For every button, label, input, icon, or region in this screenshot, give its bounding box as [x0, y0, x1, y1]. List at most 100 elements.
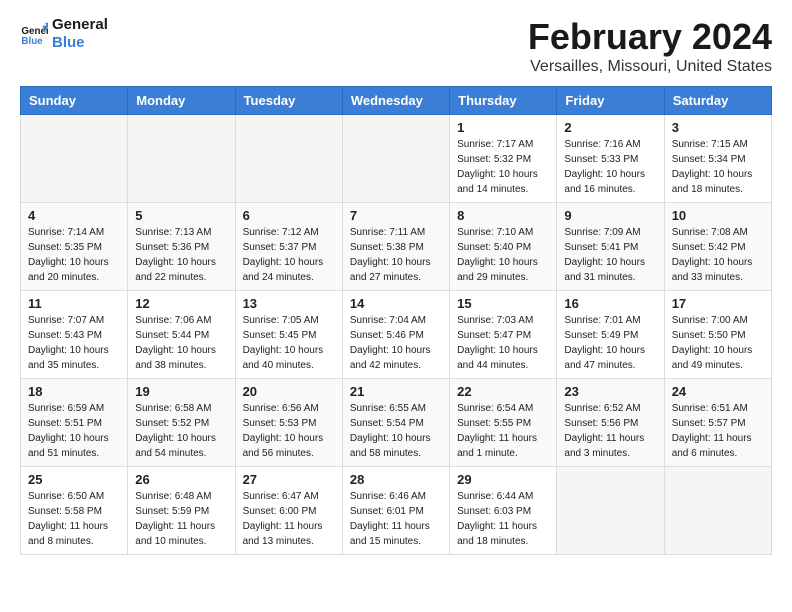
calendar-cell: [557, 467, 664, 555]
weekday-header-cell: Saturday: [664, 87, 771, 115]
day-info: Sunrise: 7:16 AM Sunset: 5:33 PM Dayligh…: [564, 137, 656, 197]
calendar-cell: 11 Sunrise: 7:07 AM Sunset: 5:43 PM Dayli…: [21, 291, 128, 379]
day-number: 8: [457, 208, 549, 223]
calendar-cell: [128, 115, 235, 203]
day-number: 10: [672, 208, 764, 223]
calendar-cell: 27 Sunrise: 6:47 AM Sunset: 6:00 PM Dayli…: [235, 467, 342, 555]
day-number: 28: [350, 472, 442, 487]
day-info: Sunrise: 6:47 AM Sunset: 6:00 PM Dayligh…: [243, 489, 335, 549]
calendar-cell: 22Sunrise: 6:54 AM Sunset: 5:55 PM Dayli…: [450, 379, 557, 467]
calendar-cell: 28 Sunrise: 6:46 AM Sunset: 6:01 PM Dayli…: [342, 467, 449, 555]
calendar-cell: 14 Sunrise: 7:04 AM Sunset: 5:46 PM Dayli…: [342, 291, 449, 379]
day-info: Sunrise: 7:12 AM Sunset: 5:37 PM Dayligh…: [243, 225, 335, 285]
day-info: Sunrise: 6:46 AM Sunset: 6:01 PM Dayligh…: [350, 489, 442, 549]
svg-text:Blue: Blue: [21, 36, 43, 47]
logo: General Blue General Blue: [20, 16, 108, 52]
day-number: 5: [135, 208, 227, 223]
calendar-cell: 7 Sunrise: 7:11 AM Sunset: 5:38 PM Daylig…: [342, 203, 449, 291]
calendar-cell: [664, 467, 771, 555]
day-info: Sunrise: 6:59 AM Sunset: 5:51 PM Dayligh…: [28, 401, 120, 461]
weekday-header-cell: Thursday: [450, 87, 557, 115]
day-info: Sunrise: 7:00 AM Sunset: 5:50 PM Dayligh…: [672, 313, 764, 373]
calendar-cell: 15Sunrise: 7:03 AM Sunset: 5:47 PM Dayli…: [450, 291, 557, 379]
calendar-cell: 29 Sunrise: 6:44 AM Sunset: 6:03 PM Dayli…: [450, 467, 557, 555]
calendar-table: SundayMondayTuesdayWednesdayThursdayFrid…: [20, 86, 772, 555]
day-info: Sunrise: 6:44 AM Sunset: 6:03 PM Dayligh…: [457, 489, 549, 549]
day-info: Sunrise: 6:50 AM Sunset: 5:58 PM Dayligh…: [28, 489, 120, 549]
day-info: Sunrise: 7:01 AM Sunset: 5:49 PM Dayligh…: [564, 313, 656, 373]
title-block: February 2024 Versailles, Missouri, Unit…: [528, 16, 772, 76]
day-info: Sunrise: 6:48 AM Sunset: 5:59 PM Dayligh…: [135, 489, 227, 549]
page-title: February 2024: [528, 16, 772, 58]
calendar-cell: 9 Sunrise: 7:09 AM Sunset: 5:41 PM Daylig…: [557, 203, 664, 291]
weekday-header-cell: Sunday: [21, 87, 128, 115]
day-info: Sunrise: 7:05 AM Sunset: 5:45 PM Dayligh…: [243, 313, 335, 373]
day-info: Sunrise: 7:07 AM Sunset: 5:43 PM Dayligh…: [28, 313, 120, 373]
weekday-header-row: SundayMondayTuesdayWednesdayThursdayFrid…: [21, 87, 772, 115]
day-number: 15: [457, 296, 549, 311]
day-number: 23: [564, 384, 656, 399]
calendar-cell: 10 Sunrise: 7:08 AM Sunset: 5:42 PM Dayli…: [664, 203, 771, 291]
day-number: 24: [672, 384, 764, 399]
calendar-cell: 24 Sunrise: 6:51 AM Sunset: 5:57 PM Dayli…: [664, 379, 771, 467]
weekday-header-cell: Friday: [557, 87, 664, 115]
day-number: 14: [350, 296, 442, 311]
day-info: Sunrise: 6:54 AM Sunset: 5:55 PM Dayligh…: [457, 401, 549, 461]
day-number: 7: [350, 208, 442, 223]
calendar-cell: 4 Sunrise: 7:14 AM Sunset: 5:35 PM Daylig…: [21, 203, 128, 291]
day-number: 21: [350, 384, 442, 399]
day-info: Sunrise: 6:58 AM Sunset: 5:52 PM Dayligh…: [135, 401, 227, 461]
calendar-cell: 5 Sunrise: 7:13 AM Sunset: 5:36 PM Daylig…: [128, 203, 235, 291]
calendar-cell: 6 Sunrise: 7:12 AM Sunset: 5:37 PM Daylig…: [235, 203, 342, 291]
day-number: 12: [135, 296, 227, 311]
day-number: 17: [672, 296, 764, 311]
logo-icon: General Blue: [20, 20, 48, 48]
day-info: Sunrise: 6:55 AM Sunset: 5:54 PM Dayligh…: [350, 401, 442, 461]
day-number: 25: [28, 472, 120, 487]
calendar-cell: 20Sunrise: 6:56 AM Sunset: 5:53 PM Dayli…: [235, 379, 342, 467]
calendar-cell: 18 Sunrise: 6:59 AM Sunset: 5:51 PM Dayli…: [21, 379, 128, 467]
day-number: 4: [28, 208, 120, 223]
day-info: Sunrise: 7:11 AM Sunset: 5:38 PM Dayligh…: [350, 225, 442, 285]
calendar-cell: 23 Sunrise: 6:52 AM Sunset: 5:56 PM Dayli…: [557, 379, 664, 467]
logo-line2: Blue: [52, 34, 108, 52]
day-info: Sunrise: 7:13 AM Sunset: 5:36 PM Dayligh…: [135, 225, 227, 285]
day-info: Sunrise: 7:17 AM Sunset: 5:32 PM Dayligh…: [457, 137, 549, 197]
calendar-cell: 21 Sunrise: 6:55 AM Sunset: 5:54 PM Dayli…: [342, 379, 449, 467]
calendar-body: 1 Sunrise: 7:17 AM Sunset: 5:32 PM Daylig…: [21, 115, 772, 555]
day-info: Sunrise: 7:08 AM Sunset: 5:42 PM Dayligh…: [672, 225, 764, 285]
day-number: 2: [564, 120, 656, 135]
page-header: General Blue General Blue February 2024 …: [20, 16, 772, 76]
calendar-cell: 2 Sunrise: 7:16 AM Sunset: 5:33 PM Daylig…: [557, 115, 664, 203]
day-info: Sunrise: 6:51 AM Sunset: 5:57 PM Dayligh…: [672, 401, 764, 461]
page-subtitle: Versailles, Missouri, United States: [528, 58, 772, 76]
calendar-cell: 13Sunrise: 7:05 AM Sunset: 5:45 PM Dayli…: [235, 291, 342, 379]
day-number: 9: [564, 208, 656, 223]
weekday-header-cell: Monday: [128, 87, 235, 115]
calendar-cell: [235, 115, 342, 203]
calendar-cell: 3Sunrise: 7:15 AM Sunset: 5:34 PM Daylig…: [664, 115, 771, 203]
day-info: Sunrise: 6:52 AM Sunset: 5:56 PM Dayligh…: [564, 401, 656, 461]
weekday-header-cell: Wednesday: [342, 87, 449, 115]
calendar-cell: 17 Sunrise: 7:00 AM Sunset: 5:50 PM Dayli…: [664, 291, 771, 379]
day-info: Sunrise: 7:14 AM Sunset: 5:35 PM Dayligh…: [28, 225, 120, 285]
day-number: 18: [28, 384, 120, 399]
day-info: Sunrise: 7:06 AM Sunset: 5:44 PM Dayligh…: [135, 313, 227, 373]
day-number: 6: [243, 208, 335, 223]
calendar-cell: 19Sunrise: 6:58 AM Sunset: 5:52 PM Dayli…: [128, 379, 235, 467]
calendar-week-row: 4 Sunrise: 7:14 AM Sunset: 5:35 PM Daylig…: [21, 203, 772, 291]
weekday-header-cell: Tuesday: [235, 87, 342, 115]
calendar-week-row: 18 Sunrise: 6:59 AM Sunset: 5:51 PM Dayli…: [21, 379, 772, 467]
day-info: Sunrise: 7:04 AM Sunset: 5:46 PM Dayligh…: [350, 313, 442, 373]
calendar-cell: 12 Sunrise: 7:06 AM Sunset: 5:44 PM Dayli…: [128, 291, 235, 379]
day-number: 27: [243, 472, 335, 487]
logo-line1: General: [52, 16, 108, 34]
day-number: 11: [28, 296, 120, 311]
day-number: 3: [672, 120, 764, 135]
day-info: Sunrise: 7:09 AM Sunset: 5:41 PM Dayligh…: [564, 225, 656, 285]
day-number: 1: [457, 120, 549, 135]
day-number: 26: [135, 472, 227, 487]
day-number: 29: [457, 472, 549, 487]
day-info: Sunrise: 6:56 AM Sunset: 5:53 PM Dayligh…: [243, 401, 335, 461]
calendar-week-row: 1 Sunrise: 7:17 AM Sunset: 5:32 PM Daylig…: [21, 115, 772, 203]
